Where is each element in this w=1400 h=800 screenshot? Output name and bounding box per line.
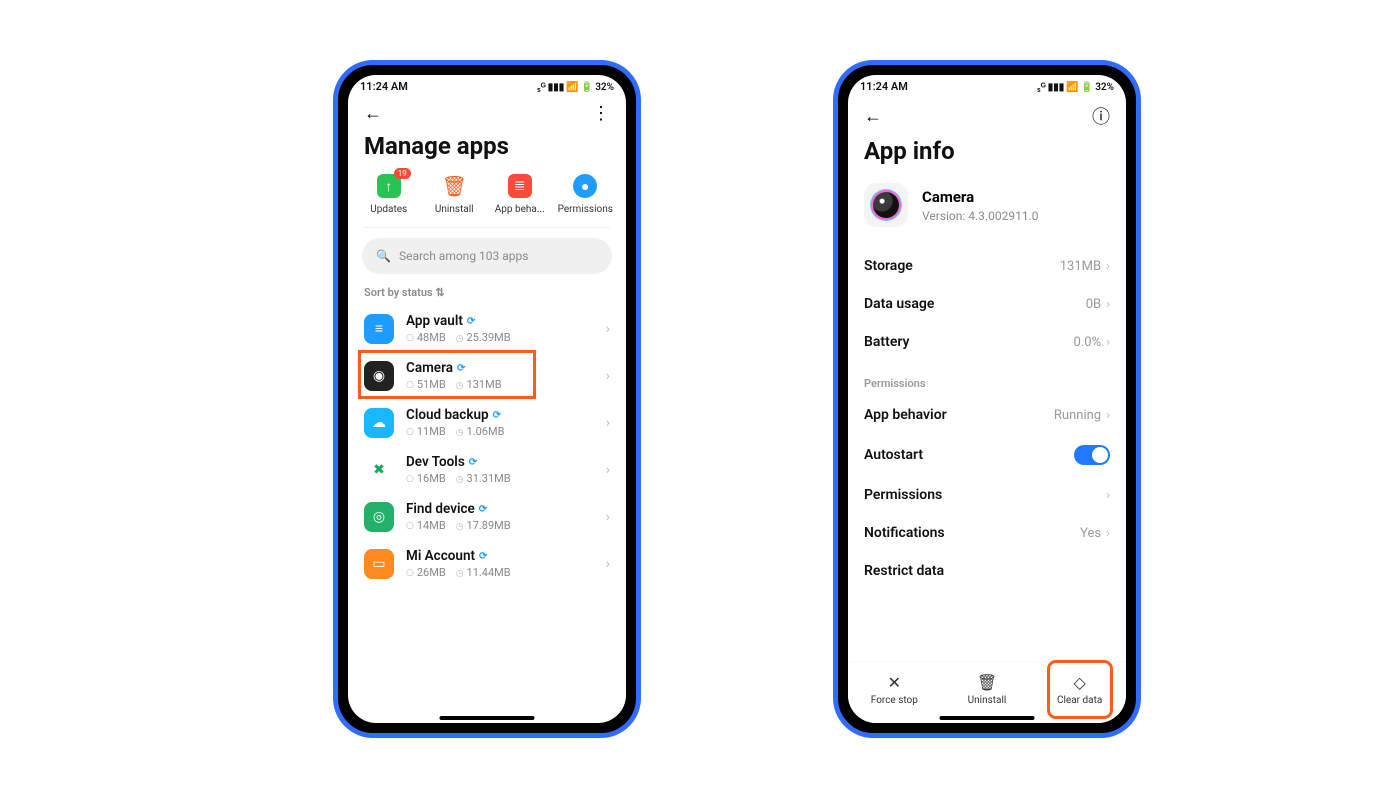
app-name: Camera bbox=[922, 188, 1038, 206]
setting-row-battery[interactable]: Battery0.0% › bbox=[848, 323, 1126, 361]
app-icon: ◉ bbox=[364, 361, 394, 391]
setting-row-storage[interactable]: Storage131MB › bbox=[848, 247, 1126, 285]
trash-icon: 🗑 bbox=[442, 174, 466, 198]
tool-uninstall[interactable]: 🗑 Uninstall bbox=[426, 174, 482, 215]
tool-permissions[interactable]: ● Permissions bbox=[557, 174, 613, 215]
status-time: 11:24 AM bbox=[360, 80, 408, 93]
phone-app-info: 11:24 AM ₅ᴳ▮▮▮📶🔋32% ← ⓘ App info Camera … bbox=[833, 60, 1141, 738]
app-name: Dev Tools ⟳ bbox=[406, 454, 511, 470]
chevron-right-icon: › bbox=[1106, 335, 1110, 350]
action-bar: ✕Force stop 🗑Uninstall ◇Clear data bbox=[848, 661, 1126, 723]
app-name: Cloud backup ⟳ bbox=[406, 407, 504, 423]
search-input[interactable]: 🔍 Search among 103 apps bbox=[362, 238, 612, 274]
app-card: Camera Version: 4.3.002911.0 bbox=[848, 179, 1126, 247]
info-icon[interactable]: ⓘ bbox=[1090, 103, 1112, 129]
status-icons: ₅ᴳ▮▮▮📶🔋32% bbox=[535, 80, 614, 93]
setting-row-autostart[interactable]: Autostart bbox=[848, 434, 1126, 476]
chevron-right-icon: › bbox=[1106, 408, 1110, 423]
tool-appbehavior[interactable]: ≣ App beha... bbox=[492, 174, 548, 215]
app-icon: ◎ bbox=[364, 502, 394, 532]
loading-icon: ⟳ bbox=[493, 410, 501, 421]
loading-icon: ⟳ bbox=[479, 551, 487, 562]
status-bar: 11:24 AM ₅ᴳ▮▮▮📶🔋32% bbox=[348, 75, 626, 95]
app-name: Mi Account ⟳ bbox=[406, 548, 511, 564]
permissions-icon: ● bbox=[573, 174, 597, 198]
page-title: Manage apps bbox=[348, 128, 626, 174]
toggle-switch[interactable] bbox=[1074, 445, 1110, 465]
app-row-mi-account[interactable]: ▭ Mi Account ⟳ 26MB11.44MB › bbox=[348, 540, 626, 587]
app-list: ≡ App vault ⟳ 48MB25.39MB › ◉ Camera ⟳ 5… bbox=[348, 305, 626, 723]
clear-icon: ◇ bbox=[1073, 673, 1085, 692]
app-row-dev-tools[interactable]: ✖ Dev Tools ⟳ 16MB31.31MB › bbox=[348, 446, 626, 493]
loading-icon: ⟳ bbox=[467, 316, 475, 327]
app-name: Camera ⟳ bbox=[406, 360, 502, 376]
chevron-right-icon: › bbox=[1106, 259, 1110, 274]
app-icon: ▭ bbox=[364, 549, 394, 579]
setting-row-permissions[interactable]: Permissions› bbox=[848, 476, 1126, 514]
chevron-right-icon: › bbox=[606, 321, 610, 337]
app-name: Find device ⟳ bbox=[406, 501, 511, 517]
chevron-right-icon: › bbox=[606, 368, 610, 384]
status-bar: 11:24 AM ₅ᴳ▮▮▮📶🔋32% bbox=[848, 75, 1126, 95]
app-row-app-vault[interactable]: ≡ App vault ⟳ 48MB25.39MB › bbox=[348, 305, 626, 352]
setting-row-notifications[interactable]: NotificationsYes › bbox=[848, 514, 1126, 552]
back-icon[interactable]: ← bbox=[362, 103, 384, 124]
sort-dropdown[interactable]: Sort by status ⇅ bbox=[348, 286, 626, 305]
search-icon: 🔍 bbox=[376, 249, 391, 263]
chevron-right-icon: › bbox=[606, 415, 610, 431]
sort-chevron-icon: ⇅ bbox=[435, 286, 444, 299]
toolbar: ↑19 Updates 🗑 Uninstall ≣ App beha... ● … bbox=[348, 174, 626, 227]
home-indicator bbox=[940, 716, 1035, 720]
behavior-icon: ≣ bbox=[508, 174, 532, 198]
page-title: App info bbox=[848, 133, 1126, 179]
app-icon bbox=[864, 183, 908, 227]
app-version: Version: 4.3.002911.0 bbox=[922, 209, 1038, 223]
setting-row-data-usage[interactable]: Data usage0B › bbox=[848, 285, 1126, 323]
loading-icon: ⟳ bbox=[457, 363, 465, 374]
chevron-right-icon: › bbox=[1106, 297, 1110, 312]
phone-manage-apps: 11:24 AM ₅ᴳ▮▮▮📶🔋32% ← ⋮ Manage apps ↑19 … bbox=[333, 60, 641, 738]
loading-icon: ⟳ bbox=[479, 504, 487, 515]
app-name: App vault ⟳ bbox=[406, 313, 511, 329]
overflow-menu-icon[interactable]: ⋮ bbox=[590, 103, 612, 124]
setting-row-restrict-data: Restrict data bbox=[848, 552, 1126, 590]
setting-row-app-behavior[interactable]: App behaviorRunning › bbox=[848, 396, 1126, 434]
app-icon: ≡ bbox=[364, 314, 394, 344]
tool-updates[interactable]: ↑19 Updates bbox=[361, 174, 417, 215]
chevron-right-icon: › bbox=[606, 556, 610, 572]
section-permissions: Permissions bbox=[848, 361, 1126, 396]
chevron-right-icon: › bbox=[1106, 526, 1110, 541]
updates-icon: ↑19 bbox=[377, 174, 401, 198]
divider bbox=[364, 227, 610, 228]
uninstall-icon: 🗑 bbox=[977, 673, 997, 692]
app-row-find-device[interactable]: ◎ Find device ⟳ 14MB17.89MB › bbox=[348, 493, 626, 540]
search-placeholder: Search among 103 apps bbox=[399, 249, 528, 263]
chevron-right-icon: › bbox=[606, 462, 610, 478]
chevron-right-icon: › bbox=[1106, 488, 1110, 503]
chevron-right-icon: › bbox=[606, 509, 610, 525]
action-force[interactable]: ✕Force stop bbox=[868, 673, 920, 706]
back-icon[interactable]: ← bbox=[862, 106, 884, 127]
app-icon: ✖ bbox=[364, 455, 394, 485]
force-icon: ✕ bbox=[888, 673, 901, 692]
action-uninstall[interactable]: 🗑Uninstall bbox=[961, 673, 1013, 706]
loading-icon: ⟳ bbox=[469, 457, 477, 468]
home-indicator bbox=[440, 716, 535, 720]
app-icon: ☁ bbox=[364, 408, 394, 438]
app-row-camera[interactable]: ◉ Camera ⟳ 51MB131MB › bbox=[348, 352, 626, 399]
action-clear[interactable]: ◇Clear data bbox=[1054, 667, 1106, 712]
app-row-cloud-backup[interactable]: ☁ Cloud backup ⟳ 11MB1.06MB › bbox=[348, 399, 626, 446]
